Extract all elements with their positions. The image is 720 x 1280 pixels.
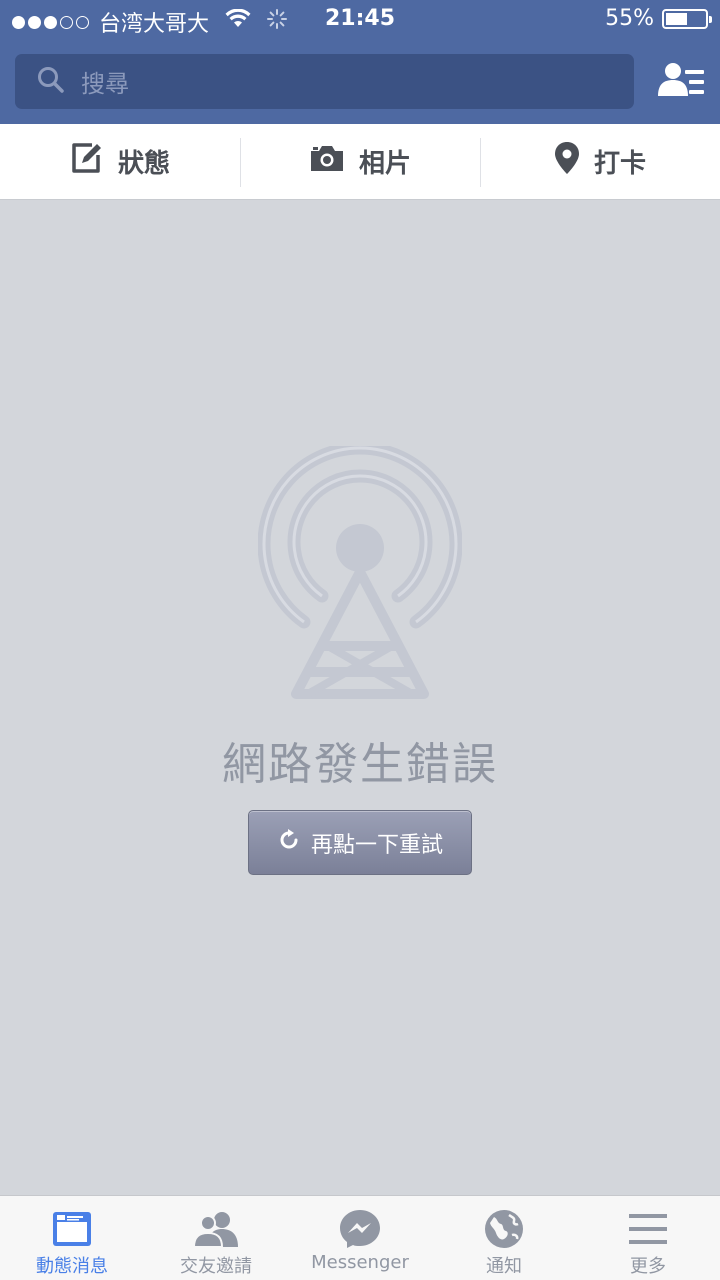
retry-label: 再點一下重試 — [310, 832, 443, 858]
tab-messenger[interactable]: Messenger — [288, 1196, 432, 1280]
search-input[interactable]: 搜尋 — [15, 54, 634, 109]
search-placeholder: 搜尋 — [81, 70, 129, 98]
battery-percent: 55% — [605, 6, 654, 31]
news-feed-icon — [52, 1208, 92, 1250]
tab-friend-requests[interactable]: 交友邀請 — [144, 1196, 288, 1280]
battery-icon — [662, 8, 712, 29]
location-pin-icon — [554, 141, 580, 182]
tab-notifications[interactable]: 通知 — [432, 1196, 576, 1280]
top-header: 台湾大哥大 21:45 55% 搜尋 — [0, 0, 720, 124]
photo-button[interactable]: 相片 — [240, 124, 480, 199]
retry-button[interactable]: 再點一下重試 — [248, 810, 472, 875]
error-title: 網路發生錯誤 — [222, 739, 498, 790]
messenger-icon — [339, 1208, 381, 1250]
edit-icon — [70, 141, 104, 182]
friend-requests-icon — [192, 1208, 240, 1250]
tab-label: Messenger — [311, 1252, 409, 1273]
broadcast-tower-icon — [257, 441, 463, 706]
status-button[interactable]: 狀態 — [0, 124, 240, 199]
check-in-label: 打卡 — [593, 149, 646, 179]
status-bar: 台湾大哥大 21:45 55% — [0, 0, 720, 40]
tab-label: 交友邀請 — [180, 1256, 252, 1277]
photo-label: 相片 — [358, 149, 411, 179]
status-label: 狀態 — [117, 149, 170, 179]
composer-bar: 狀態 相片 打卡 — [0, 124, 720, 200]
tab-news-feed[interactable]: 動態消息 — [0, 1196, 144, 1280]
status-right: 55% — [605, 6, 712, 31]
tab-label: 更多 — [630, 1256, 666, 1277]
refresh-icon — [277, 828, 301, 858]
tab-more[interactable]: 更多 — [576, 1196, 720, 1280]
camera-icon — [309, 143, 345, 180]
error-panel: 網路發生錯誤 再點一下重試 — [0, 200, 720, 1195]
bottom-tab-bar: 動態消息 交友邀請 Messenger 通知 更多 — [0, 1195, 720, 1280]
tab-label: 通知 — [486, 1256, 522, 1277]
friends-list-icon[interactable] — [658, 60, 706, 104]
check-in-button[interactable]: 打卡 — [480, 124, 720, 199]
search-icon — [37, 66, 65, 98]
globe-icon — [484, 1208, 524, 1250]
menu-icon — [628, 1208, 668, 1250]
tab-label: 動態消息 — [36, 1256, 108, 1277]
